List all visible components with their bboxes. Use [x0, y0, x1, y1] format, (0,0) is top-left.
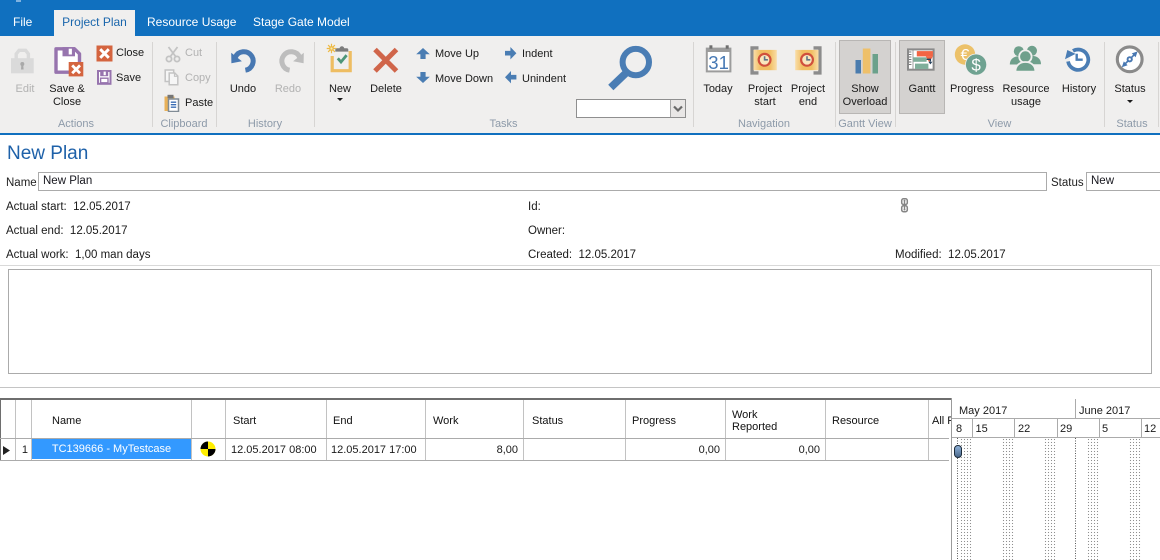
svg-text:31: 31 — [708, 52, 729, 73]
svg-text:$: $ — [971, 56, 981, 75]
